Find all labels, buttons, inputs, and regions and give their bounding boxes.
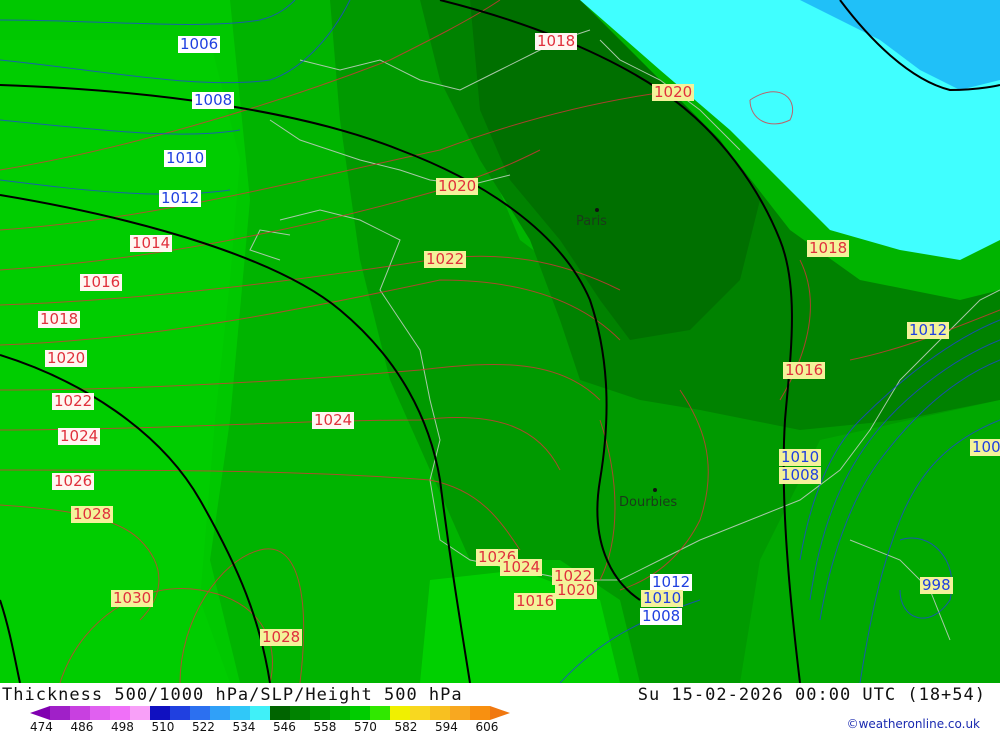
isobar-label: 1010 [641,589,684,607]
scale-swatch [70,706,90,720]
isobar-label: 1008 [192,91,235,109]
scale-swatch [130,706,150,720]
isobar-label: 1026 [52,472,95,490]
isobar-label: 1016 [783,361,826,379]
isobar-label: 1008 [779,466,822,484]
scale-swatch [390,706,410,720]
dourbies-marker [653,488,657,492]
scale-tick-label: 510 [151,720,175,733]
isobar-label: 1020 [555,581,598,599]
isobar-label: 1024 [312,411,355,429]
isobar-label: 1028 [260,628,303,646]
scale-swatch [170,706,190,720]
scale-swatch [250,706,270,720]
valid-time: Su 15-02-2026 00:00 UTC (18+54) [637,685,986,705]
thickness-map [0,0,1000,683]
scale-swatch [430,706,450,720]
isobar-label: 1024 [500,558,543,576]
scale-swatch [110,706,130,720]
isobar-label: 1014 [130,234,173,252]
isobar-label: 1008 [640,607,683,625]
scale-tick-label: 522 [192,720,215,733]
thickness-color-scale [30,706,510,720]
scale-swatch [230,706,250,720]
scale-ticks: 474 486 498 510 522 534 546 558 570 582 594 606 [0,720,520,733]
isobar-label: 1030 [111,589,154,607]
isobar-label: 1012 [907,321,950,339]
scale-swatch [150,706,170,720]
credit-link[interactable]: ©weatheronline.co.uk [847,717,980,731]
scale-tick-label: 582 [394,720,418,733]
scale-swatch [410,706,430,720]
scale-swatch [190,706,210,720]
scale-tick-label: 546 [273,720,296,733]
scale-swatch [30,706,50,720]
isobar-label: 1006 [178,35,221,53]
map-viewer: Paris Dourbies 1018 1020 1020 1022 1014 … [0,0,1000,733]
scale-tick-label: 474 [30,720,53,733]
scale-tick-label: 606 [475,720,499,733]
scale-tick-label: 498 [111,720,134,733]
isobar-label: 1020 [652,83,695,101]
isobar-label: 1020 [436,177,479,195]
scale-swatch [90,706,110,720]
isobar-label: 1010 [779,448,822,466]
scale-tick-label: 594 [435,720,458,733]
scale-swatch [270,706,290,720]
scale-swatch [450,706,470,720]
isobar-label: 1022 [52,392,95,410]
scale-swatch [310,706,330,720]
isobar-label: 1018 [535,32,578,50]
scale-swatch [350,706,370,720]
isobar-label: 1012 [159,189,202,207]
scale-swatch [290,706,310,720]
isobar-label: 1020 [45,349,88,367]
isobar-label: 1018 [807,239,850,257]
paris-marker [595,208,599,212]
scale-swatch [210,706,230,720]
map-footer: Thickness 500/1000 hPa/SLP/Height 500 hP… [0,683,1000,733]
isobar-label: 1010 [164,149,207,167]
scale-swatch [470,706,490,720]
isobar-label: 100 [970,439,1000,456]
scale-tick-label: 486 [70,720,94,733]
city-label-dourbies: Dourbies [619,495,678,510]
isobar-label: 1024 [58,427,101,445]
scale-tick-label: 570 [354,720,377,733]
isobar-label: 1016 [514,592,557,610]
scale-swatch [330,706,350,720]
scale-tick-label: 558 [313,720,337,733]
isobar-label: 998 [920,576,953,594]
isobar-label: 1022 [424,250,467,268]
scale-tick-label: 534 [232,720,256,733]
isobar-label: 1028 [71,505,114,523]
scale-swatch [370,706,390,720]
scale-swatch [490,706,510,720]
map-title: Thickness 500/1000 hPa/SLP/Height 500 hP… [2,685,463,705]
isobar-label: 1018 [38,310,81,328]
isobar-label: 1016 [80,273,123,291]
city-label-paris: Paris [576,214,607,229]
scale-swatch [50,706,70,720]
